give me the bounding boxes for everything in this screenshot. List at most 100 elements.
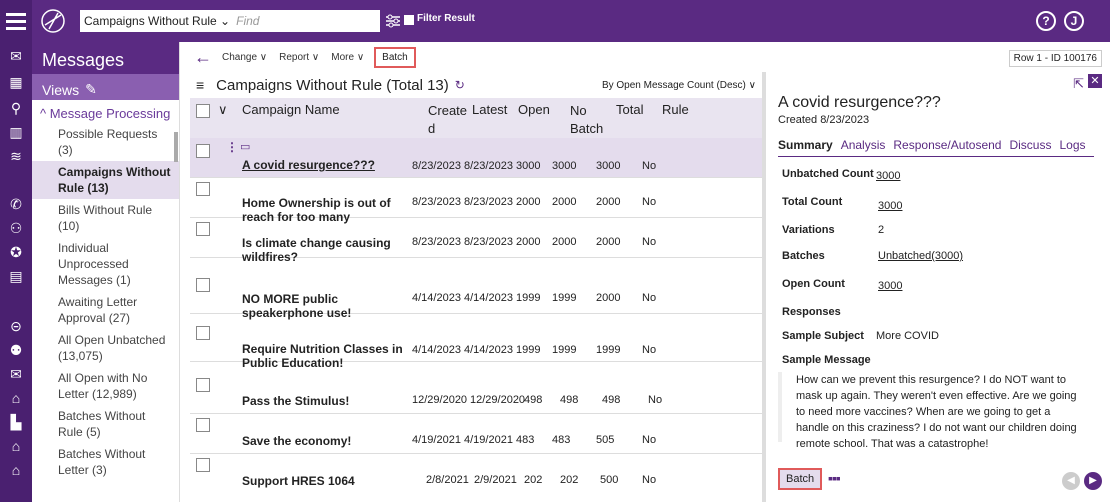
unbatched-count-value[interactable]: 3000 [876,170,900,182]
tab-response-autosend[interactable]: Response/Autosend [893,138,1001,152]
sample-message-label: Sample Message [782,354,871,366]
tab-analysis[interactable]: Analysis [841,138,886,152]
no-batch-count: 2000 [552,236,577,248]
table-row[interactable]: Save the economy! 4/19/2021 4/19/2021 48… [190,414,762,454]
chart-icon[interactable]: ▥ [8,124,24,140]
col-rule[interactable]: Rule [662,102,689,117]
views-grid-icon[interactable]: ▦ [8,74,24,90]
row-checkbox[interactable] [196,458,210,472]
building-sync-icon[interactable]: ⌂ [8,438,24,454]
message-scrollbar[interactable] [778,372,782,442]
sidebar-item-bills-without-rule[interactable]: Bills Without Rule (10) [32,199,179,237]
search-scope-dropdown[interactable]: Campaigns Without Rule ⌄ [84,14,230,28]
tab-summary[interactable]: Summary [778,138,833,152]
table-row[interactable]: NO MORE public speakerphone use! 4/14/20… [190,274,762,320]
report-icon[interactable]: ▙ [8,414,24,430]
campaign-name[interactable]: Is climate change causing wildfires? [242,236,402,264]
row-checkbox[interactable] [196,418,210,432]
calendar-icon[interactable]: ▤ [8,268,24,284]
col-open[interactable]: Open [518,102,550,117]
table-row[interactable]: Pass the Stimulus! 12/29/2020 12/29/2020… [190,374,762,414]
sidebar-item-all-open-no-letter[interactable]: All Open with No Letter (12,989) [32,367,179,405]
row-checkbox[interactable] [196,326,210,340]
column-options-icon[interactable]: ∨ [218,102,228,118]
sidebar-item-batches-without-letter[interactable]: Batches Without Letter (3) [32,443,179,481]
drag-handle-icon[interactable]: ⋮ [226,140,238,154]
col-created[interactable]: Create d [428,102,467,138]
campaign-name[interactable]: Save the economy! [242,434,351,448]
search-field[interactable]: Campaigns Without Rule ⌄ Find [80,10,380,32]
more-options-icon[interactable]: ▪▪▪ [828,470,841,486]
campaign-name[interactable]: Support HRES 1064 [242,474,355,488]
total-count-value[interactable]: 3000 [878,200,902,212]
table-row[interactable]: ⋮ ▭ A covid resurgence??? 8/23/2023 8/23… [190,138,762,178]
help-icon[interactable]: ? [1036,11,1056,31]
search-icon[interactable]: ⚲ [8,100,24,116]
menu-icon[interactable] [0,0,32,42]
inbox-icon[interactable]: ⊝ [8,318,24,334]
phone-icon[interactable]: ✆ [8,196,24,212]
add-event-icon[interactable]: ✪ [8,244,24,260]
sidebar-item-campaigns-without-rule[interactable]: Campaigns Without Rule (13) [32,161,179,199]
open-count-value[interactable]: 3000 [878,280,902,292]
col-total[interactable]: Total [616,102,643,117]
list-menu-icon[interactable]: ≡ [196,77,204,93]
open-count: 1999 [516,292,541,304]
layers-icon[interactable]: ≋ [8,148,24,164]
sidebar-item-all-open-unbatched[interactable]: All Open Unbatched (13,075) [32,329,179,367]
report-menu-button[interactable]: Report ∨ [279,52,319,63]
table-row[interactable]: Is climate change causing wildfires? 8/2… [190,218,762,264]
change-menu-button[interactable]: Change ∨ [222,52,267,63]
filter-settings-icon[interactable] [384,12,402,30]
building-export-icon[interactable]: ⌂ [8,462,24,478]
row-checkbox[interactable] [196,222,210,236]
table-row[interactable]: Home Ownership is out of reach for too m… [190,178,762,224]
user-icon[interactable]: J [1064,11,1084,31]
sidebar-item-awaiting-letter-approval[interactable]: Awaiting Letter Approval (27) [32,291,179,329]
sidebar-scrollbar[interactable] [174,132,178,162]
previous-icon[interactable]: ◀ [1062,472,1080,490]
campaign-name[interactable]: A covid resurgence??? [242,158,375,172]
row-checkbox[interactable] [196,144,210,158]
add-user-icon[interactable]: ⚇ [8,220,24,236]
tab-logs[interactable]: Logs [1059,138,1085,152]
envelope-icon[interactable]: ✉ [8,366,24,382]
batch-button[interactable]: Batch [374,46,416,68]
refresh-icon[interactable]: ↻ [455,78,465,92]
next-icon[interactable]: ▶ [1084,472,1102,490]
sidebar-group-message-processing[interactable]: ^ Message Processing [32,100,179,123]
open-count: 2000 [516,196,541,208]
close-icon[interactable]: ✕ [1088,74,1102,88]
campaign-name[interactable]: NO MORE public speakerphone use! [242,292,402,320]
open-count: 2000 [516,236,541,248]
campaign-name[interactable]: Pass the Stimulus! [242,394,349,408]
latest-date: 8/23/2023 [464,236,513,248]
campaign-name[interactable]: Require Nutrition Classes in Public Educ… [242,342,422,370]
back-arrow-icon[interactable]: ← [194,48,212,66]
rule-value: No [642,344,657,356]
row-checkbox[interactable] [196,182,210,196]
edit-pencil-icon[interactable]: ✎ [85,81,97,98]
views-button[interactable]: Views ✎ [32,74,179,100]
filter-result-checkbox[interactable] [404,15,414,25]
sidebar-item-individual-unprocessed[interactable]: Individual Unprocessed Messages (1) [32,237,179,291]
select-all-checkbox[interactable] [196,104,210,118]
row-checkbox[interactable] [196,278,210,292]
more-menu-button[interactable]: More ∨ [331,52,364,63]
row-checkbox[interactable] [196,378,210,392]
sort-dropdown[interactable]: By Open Message Count (Desc) ∨ [602,80,756,91]
table-row[interactable]: Support HRES 1064 2/8/2021 2/9/2021 202 … [190,454,762,494]
mail-icon[interactable]: ✉ [8,48,24,64]
tab-discuss[interactable]: Discuss [1009,138,1051,152]
col-campaign-name[interactable]: Campaign Name [242,102,340,117]
sidebar-item-batches-without-rule[interactable]: Batches Without Rule (5) [32,405,179,443]
open-external-icon[interactable]: ⇱ [1073,76,1084,92]
group-icon[interactable]: ⚉ [8,342,24,358]
col-no-batch[interactable]: No Batch [570,102,610,138]
building-icon[interactable]: ⌂ [8,390,24,406]
table-row[interactable]: Require Nutrition Classes in Public Educ… [190,322,762,370]
col-latest[interactable]: Latest [472,102,507,117]
batches-value[interactable]: Unbatched(3000) [878,250,963,262]
sidebar-item-possible-requests[interactable]: Possible Requests (3) [32,123,179,161]
detail-batch-button[interactable]: Batch [778,468,823,490]
